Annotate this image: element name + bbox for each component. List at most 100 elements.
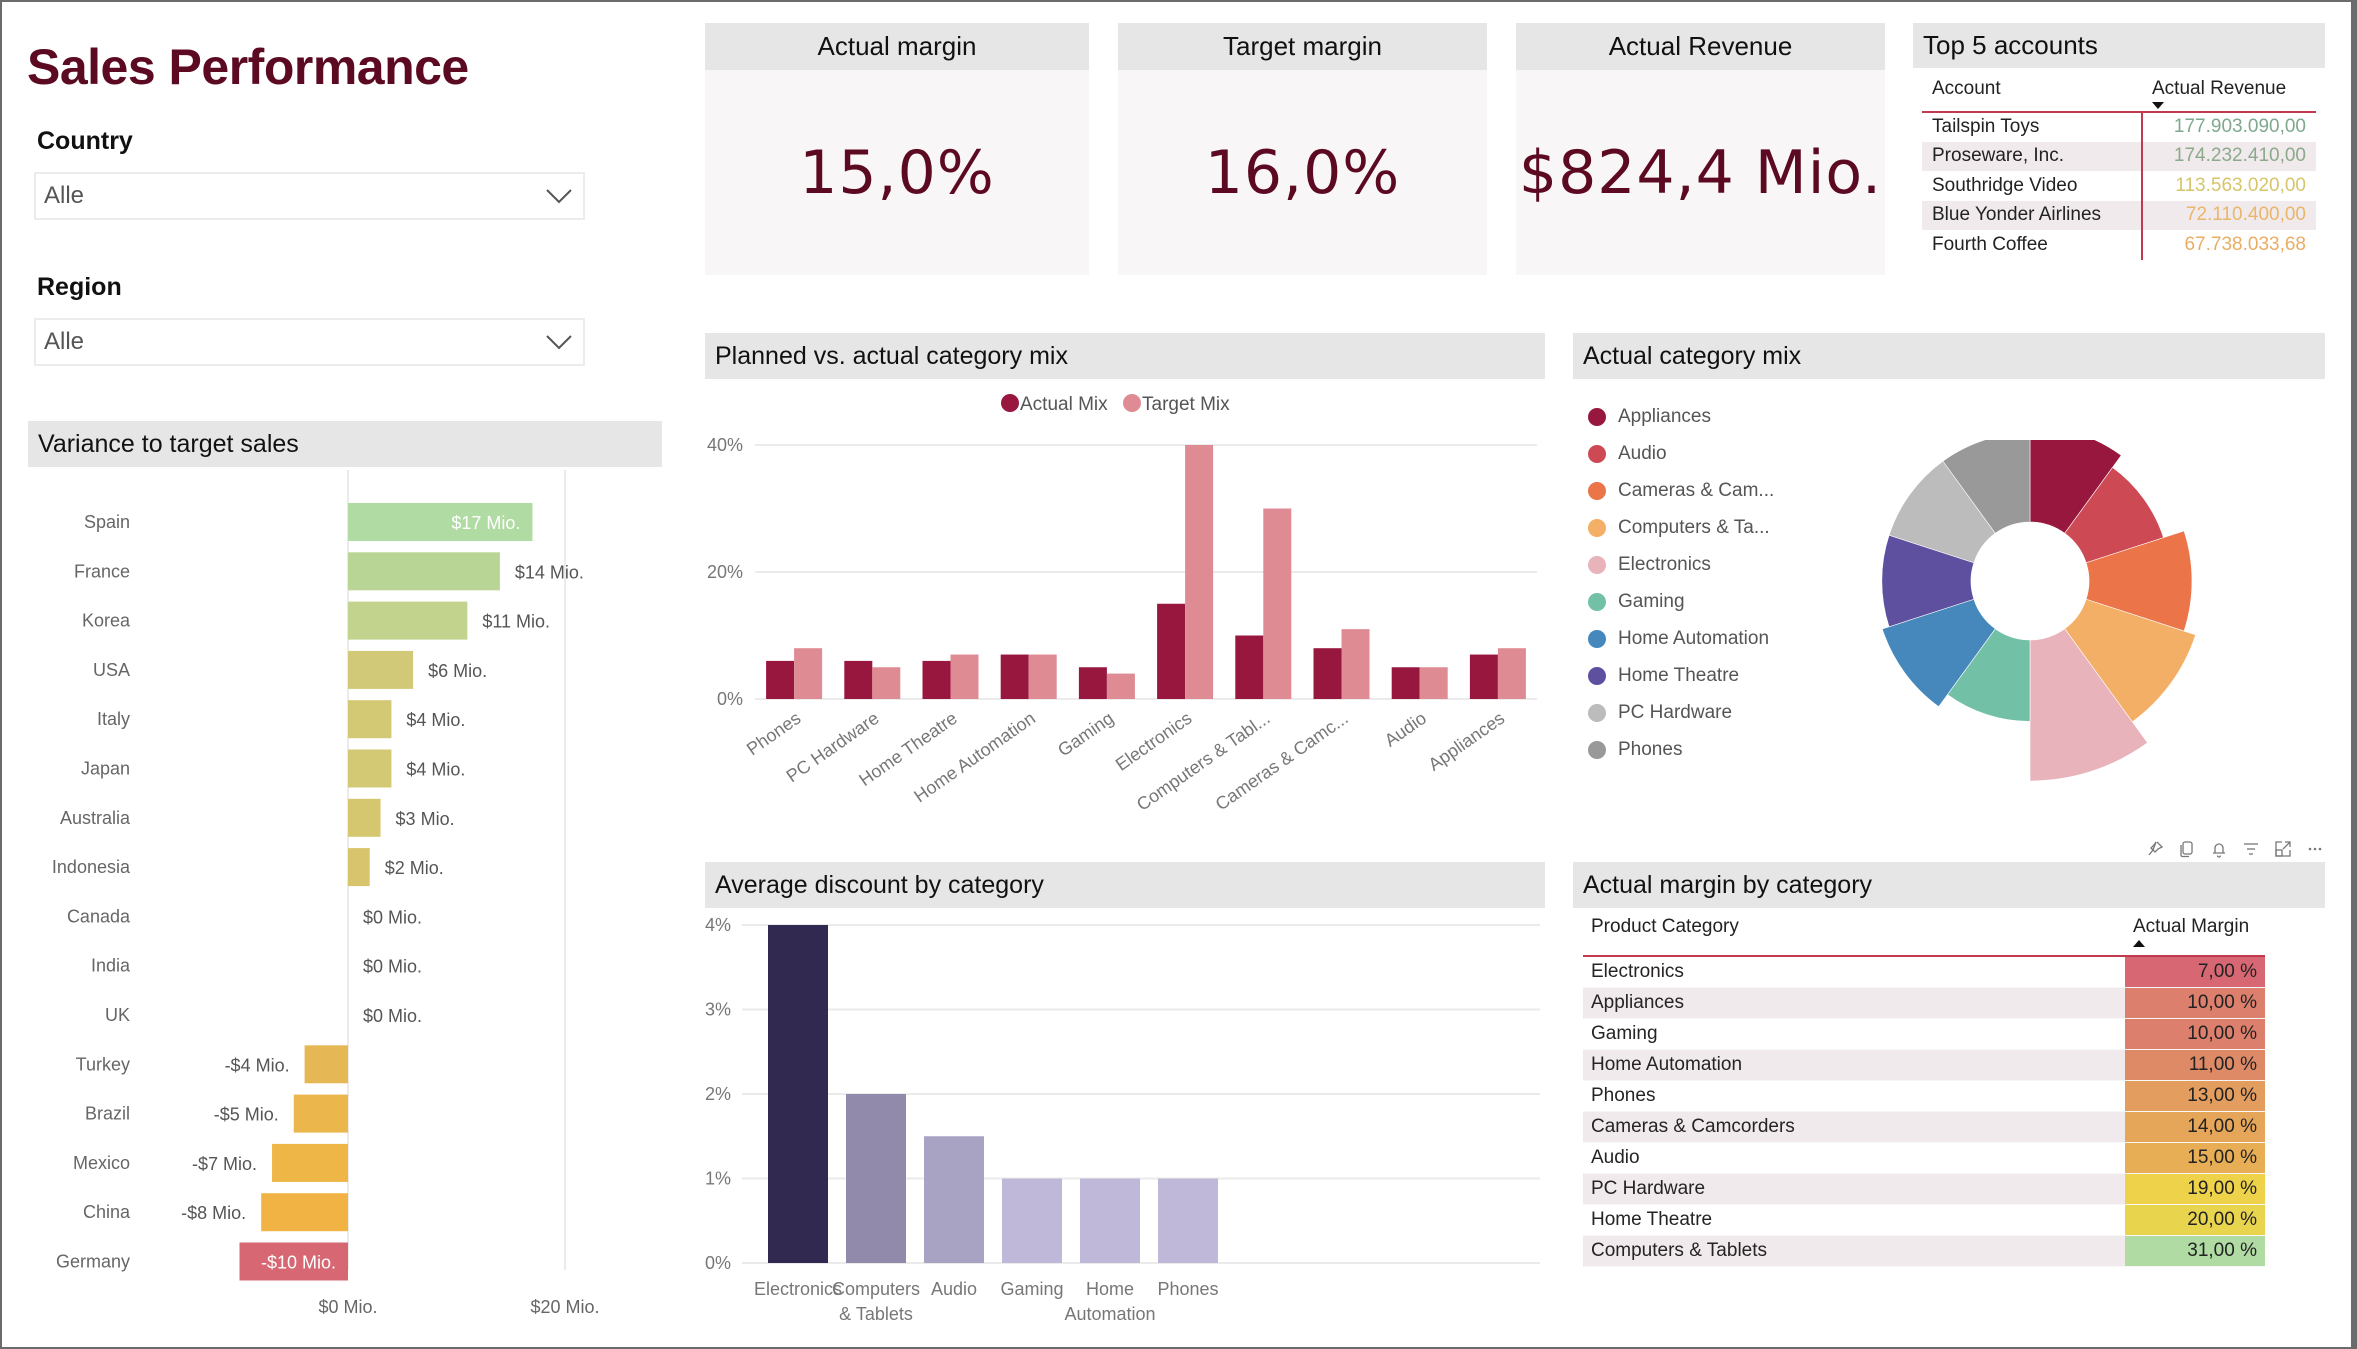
bar[interactable] — [1341, 629, 1370, 699]
table-row[interactable]: Southridge Video 113.563.020,00 — [1922, 171, 2316, 201]
legend-label: Appliances — [1618, 405, 1711, 427]
legend-label: Audio — [1618, 442, 1667, 464]
table-row[interactable]: Audio 15,00 % — [1583, 1142, 2265, 1174]
bar[interactable] — [293, 1094, 348, 1133]
actual-mix-chart[interactable] — [1880, 440, 2240, 820]
legend-label: Home Theatre — [1618, 664, 1740, 686]
bar[interactable] — [348, 798, 381, 837]
copy-icon[interactable] — [2178, 840, 2196, 858]
legend-item[interactable]: Cameras & Cam... — [1588, 472, 1774, 509]
legend-marker — [1588, 407, 1606, 426]
category-mix-chart[interactable]: Actual Mix Target Mix0%20%40%PhonesPC Har… — [705, 380, 1545, 830]
bar[interactable] — [766, 660, 795, 699]
table-row[interactable]: Fourth Coffee 67.738.033,68 — [1922, 230, 2316, 260]
table-row[interactable]: Blue Yonder Airlines 72.110.400,00 — [1922, 200, 2316, 230]
alert-bell-icon[interactable] — [2210, 840, 2228, 858]
kpi-card-actual-margin[interactable]: Actual margin 15,0% — [705, 23, 1089, 275]
data-label: $2 Mio. — [385, 858, 444, 878]
x-tick-label: Cameras & Camc... — [1212, 708, 1352, 814]
y-tick-label: 3% — [705, 1000, 731, 1020]
table-row[interactable]: Proseware, Inc. 174.232.410,00 — [1922, 141, 2316, 171]
table-row[interactable]: Tailspin Toys 177.903.090,00 — [1922, 112, 2316, 142]
bar[interactable] — [1080, 1178, 1140, 1264]
legend-item[interactable]: Appliances — [1588, 398, 1774, 435]
table-row[interactable]: Home Theatre 20,00 % — [1583, 1204, 2265, 1236]
country-dropdown[interactable]: Alle — [34, 172, 585, 220]
bar[interactable] — [304, 1045, 348, 1084]
bar[interactable] — [1391, 667, 1420, 699]
category-label: Canada — [67, 906, 131, 926]
bar[interactable] — [1158, 1178, 1218, 1264]
legend-item[interactable]: Electronics — [1588, 546, 1774, 583]
table-row[interactable]: Electronics 7,00 % — [1583, 956, 2265, 988]
legend-marker — [1588, 740, 1606, 759]
pin-icon[interactable] — [2146, 840, 2164, 858]
data-label: $6 Mio. — [428, 661, 487, 681]
table-row[interactable]: Computers & Tablets 31,00 % — [1583, 1235, 2265, 1267]
bar[interactable] — [348, 552, 500, 591]
bar[interactable] — [1497, 648, 1526, 699]
table-row[interactable]: Gaming 10,00 % — [1583, 1018, 2265, 1050]
legend-item[interactable]: Computers & Ta... — [1588, 509, 1774, 546]
legend-item[interactable]: Audio — [1588, 435, 1774, 472]
region-dropdown[interactable]: Alle — [34, 318, 585, 366]
bar[interactable] — [1469, 654, 1498, 699]
bar[interactable] — [872, 667, 901, 699]
bar[interactable] — [922, 660, 951, 699]
bar[interactable] — [1078, 667, 1107, 699]
legend-item[interactable]: Home Automation — [1588, 620, 1774, 657]
table-row[interactable]: PC Hardware 19,00 % — [1583, 1173, 2265, 1205]
bar[interactable] — [1185, 445, 1214, 699]
bar[interactable] — [272, 1143, 348, 1182]
bar[interactable] — [1263, 508, 1292, 700]
bar[interactable] — [348, 700, 392, 739]
focus-mode-icon[interactable] — [2274, 840, 2292, 858]
legend-marker — [1588, 629, 1606, 648]
bar[interactable] — [846, 1094, 906, 1263]
bar[interactable] — [950, 654, 979, 699]
variance-chart[interactable]: $0 Mio. $20 Mio. Spain $17 Mio. France $14 Mi… — [28, 470, 668, 1340]
bar[interactable] — [348, 601, 468, 640]
bar[interactable] — [261, 1193, 348, 1232]
table-row[interactable]: Appliances 10,00 % — [1583, 987, 2265, 1019]
legend-label[interactable]: Actual Mix — [1020, 394, 1108, 415]
bar[interactable] — [348, 749, 392, 788]
bar[interactable] — [1313, 648, 1342, 699]
avg-discount-chart[interactable]: 0% 1% 2% 3% 4% ElectronicsComputers & Tablets A… — [705, 908, 1545, 1338]
legend-label[interactable]: Target Mix — [1142, 394, 1230, 415]
kpi-card-target-margin[interactable]: Target margin 16,0% — [1118, 23, 1487, 275]
table-row[interactable]: Home Automation 11,00 % — [1583, 1049, 2265, 1081]
actual-margin-value: 31,00 % — [2125, 1235, 2265, 1267]
filter-icon[interactable] — [2242, 840, 2260, 858]
product-category: Home Theatre — [1583, 1204, 2125, 1236]
bar[interactable] — [1000, 654, 1029, 699]
bar[interactable] — [768, 925, 828, 1263]
bar[interactable] — [1002, 1178, 1062, 1264]
kpi-card-actual-revenue[interactable]: Actual Revenue $824,4 Mio. — [1516, 23, 1885, 275]
legend-item[interactable]: PC Hardware — [1588, 694, 1774, 731]
product-category: Cameras & Camcorders — [1583, 1111, 2125, 1143]
table-row[interactable]: Cameras & Camcorders 14,00 % — [1583, 1111, 2265, 1143]
more-options-icon[interactable] — [2306, 840, 2324, 858]
bar[interactable] — [1157, 603, 1186, 699]
bar[interactable] — [348, 650, 414, 689]
bar[interactable] — [1106, 673, 1135, 699]
legend-item[interactable]: Gaming — [1588, 583, 1774, 620]
category-label: China — [83, 1202, 131, 1222]
column-header-actual-margin[interactable]: Actual Margin — [2125, 912, 2265, 956]
bar[interactable] — [1419, 667, 1448, 699]
y-tick-label: 0% — [717, 689, 743, 709]
bar[interactable] — [1235, 635, 1264, 700]
column-header-actual-revenue[interactable]: Actual Revenue — [2142, 74, 2316, 112]
legend-item[interactable]: Phones — [1588, 731, 1774, 768]
table-row[interactable]: Phones 13,00 % — [1583, 1080, 2265, 1112]
category-label: Brazil — [85, 1104, 130, 1124]
column-header-product-category[interactable]: Product Category — [1583, 912, 2125, 956]
bar[interactable] — [794, 648, 823, 699]
bar[interactable] — [844, 660, 873, 699]
bar[interactable] — [924, 1136, 984, 1263]
bar[interactable] — [348, 848, 370, 887]
legend-item[interactable]: Home Theatre — [1588, 657, 1774, 694]
bar[interactable] — [1028, 654, 1057, 699]
column-header-account[interactable]: Account — [1922, 74, 2142, 112]
